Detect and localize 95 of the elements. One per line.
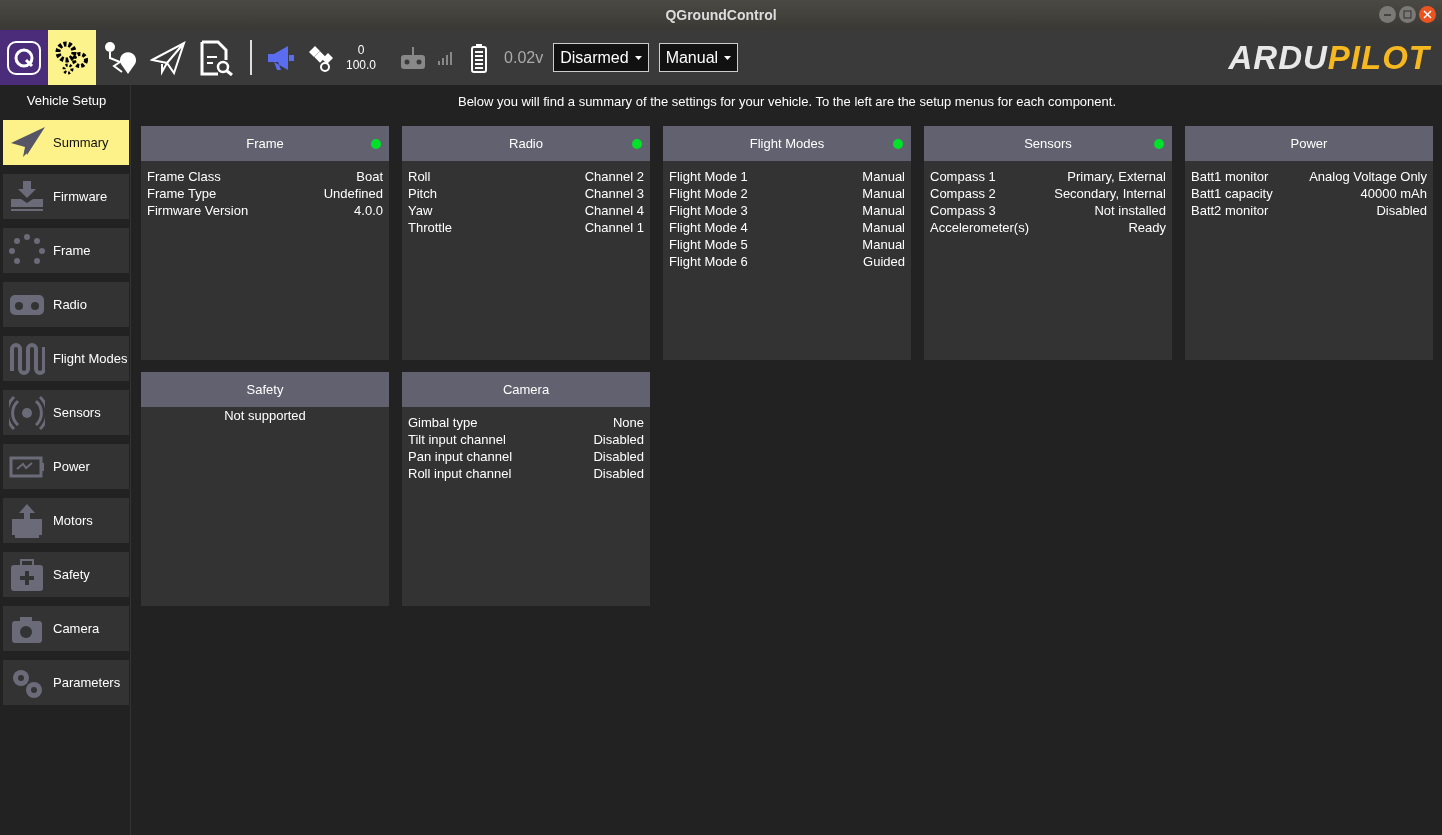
setting-value: Secondary, Internal <box>1054 185 1166 202</box>
setting-value: 40000 mAh <box>1360 185 1427 202</box>
toolbar-button[interactable] <box>48 30 96 85</box>
caret-icon <box>634 55 642 60</box>
setting-label: Flight Mode 6 <box>669 253 748 270</box>
sidebar-item[interactable]: Sensors <box>3 390 129 435</box>
flight-mode-dropdown[interactable]: Manual <box>658 43 739 72</box>
document-search-icon <box>198 39 234 76</box>
summary-text: Below you will find a summary of the settings for your vehicle. To the left are the setup menus for each component. <box>456 94 1117 109</box>
window-title: QGroundControl <box>665 7 777 23</box>
close-icon <box>1423 10 1432 19</box>
app-logo-icon <box>6 39 42 76</box>
setting-label: Flight Mode 4 <box>669 219 748 236</box>
setting-value: Manual <box>862 168 905 185</box>
setting-label: Roll <box>408 168 431 185</box>
setting-label: Tilt input channel <box>408 431 506 448</box>
brand-logo: ARDUPILOT <box>1228 37 1430 78</box>
setting-value: Disabled <box>593 431 644 448</box>
setting-label: Batt1 monitor <box>1191 168 1269 185</box>
setting-value: Ready <box>1128 219 1166 236</box>
setting-value: 4.0.0 <box>354 202 383 219</box>
setting-value: Primary, External <box>1067 168 1166 185</box>
setting-value: Channel 4 <box>584 202 644 219</box>
card-title: Flight Modes <box>749 136 825 151</box>
sidebar-item[interactable]: Parameters <box>3 660 129 705</box>
setting-value: Guided <box>863 253 905 270</box>
setting-value: Analog Voltage Only <box>1309 168 1427 185</box>
card-title: Sensors <box>1024 136 1072 151</box>
setting-label: Compass 3 <box>930 202 996 219</box>
setting-label: Batt2 monitor <box>1191 202 1269 219</box>
sidebar-item[interactable]: Safety <box>3 552 129 597</box>
sidebar-item[interactable]: Frame <box>3 228 129 273</box>
setting-label: Firmware Version <box>147 202 249 219</box>
setting-value: Manual <box>862 219 905 236</box>
setting-label: Frame Type <box>147 185 217 202</box>
setting-value: Disabled <box>593 465 644 482</box>
setting-label: Roll input channel <box>408 465 512 482</box>
setting-value: Channel 3 <box>584 185 644 202</box>
signal-strength-icon <box>436 50 455 65</box>
card-message: Not supported <box>223 408 307 423</box>
close-button[interactable] <box>1419 6 1436 23</box>
setting-label: Pitch <box>408 185 437 202</box>
sidebar-item[interactable]: Camera <box>3 606 129 651</box>
setting-label: Pan input channel <box>408 448 513 465</box>
sidebar-item[interactable]: Summary <box>3 120 129 165</box>
setting-value: Manual <box>862 202 905 219</box>
setting-value: Disabled <box>593 448 644 465</box>
paper-plane-icon <box>150 39 186 76</box>
setting-value: Channel 1 <box>584 219 644 236</box>
setting-value: Not installed <box>1094 202 1166 219</box>
wave-icon <box>9 340 45 377</box>
sidebar-item[interactable]: Radio <box>3 282 129 327</box>
setting-label: Frame Class <box>147 168 221 185</box>
setting-value: Channel 2 <box>584 168 644 185</box>
sidebar-item[interactable]: Flight Modes <box>3 336 129 381</box>
setting-label: Flight Mode 1 <box>669 168 748 185</box>
card-title: Safety <box>246 382 284 397</box>
setting-label: Flight Mode 3 <box>669 202 748 219</box>
setting-label: Compass 1 <box>930 168 996 185</box>
card-title: Radio <box>509 136 543 151</box>
arm-status-dropdown[interactable]: Disarmed <box>553 43 649 72</box>
hdop-value: 100.0 <box>346 57 377 73</box>
setting-label: Flight Mode 5 <box>669 236 748 253</box>
caret-icon <box>724 55 732 60</box>
setting-value: Disabled <box>1376 202 1427 219</box>
setting-label: Throttle <box>408 219 453 236</box>
sidebar-item[interactable]: Motors <box>3 498 129 543</box>
sidebar-item[interactable]: Power <box>3 444 129 489</box>
gears-icon <box>54 39 90 76</box>
card-title: Camera <box>502 382 550 397</box>
card-title: Frame <box>246 136 284 151</box>
sidebar-title: Vehicle Setup <box>25 93 108 108</box>
setting-label: Yaw <box>408 202 433 219</box>
setting-label: Accelerometer(s) <box>930 219 1029 236</box>
first-aid-kit-icon <box>9 556 45 593</box>
minimize-button[interactable] <box>1379 6 1396 23</box>
route-icon <box>102 39 138 76</box>
motor-icon <box>9 502 45 539</box>
maximize-icon <box>1403 10 1412 19</box>
toolbar-button[interactable] <box>0 30 48 85</box>
setting-value: Boat <box>356 168 383 185</box>
setting-value: None <box>612 414 644 431</box>
setting-value: Undefined <box>323 185 383 202</box>
setting-value: Manual <box>862 185 905 202</box>
satellite-count: 0 <box>357 42 365 58</box>
setting-label: Batt1 capacity <box>1191 185 1273 202</box>
signal-icon <box>9 394 45 431</box>
battery-voltage: 0.02v <box>504 48 544 67</box>
card-title: Power <box>1290 136 1328 151</box>
setting-label: Compass 2 <box>930 185 996 202</box>
sidebar-item[interactable]: Firmware <box>3 174 129 219</box>
setting-label: Flight Mode 2 <box>669 185 748 202</box>
setting-label: Gimbal type <box>408 414 478 431</box>
radio-controller-icon[interactable] <box>400 44 427 71</box>
setting-value: Manual <box>862 236 905 253</box>
